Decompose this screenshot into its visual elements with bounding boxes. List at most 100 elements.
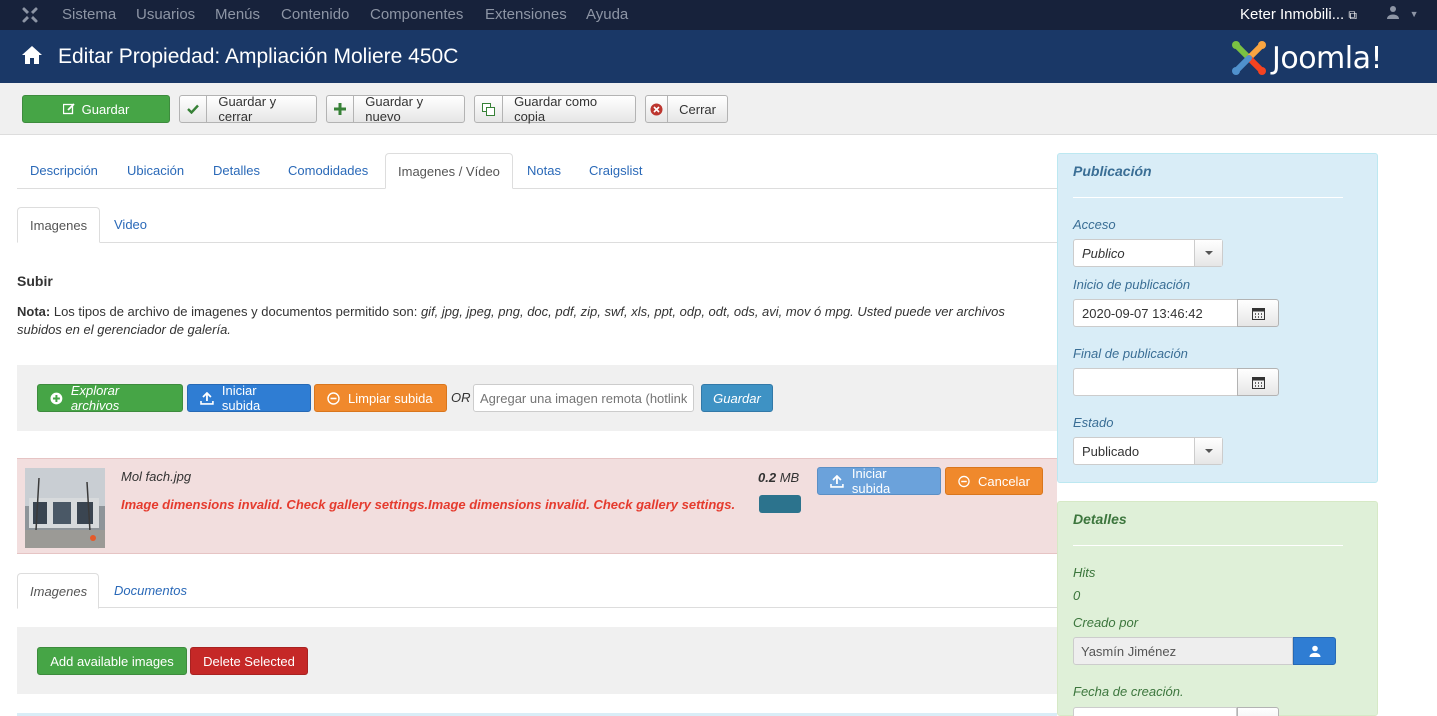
tab-comodidades[interactable]: Comodidades — [288, 163, 368, 178]
publish-up-input[interactable]: 2020-09-07 13:46:42 — [1073, 299, 1237, 327]
publication-divider — [1073, 197, 1343, 198]
file-start-upload-button[interactable]: Iniciar subida — [817, 466, 941, 496]
upload-title: Subir — [17, 273, 53, 289]
save-copy-label: Guardar como copia — [514, 94, 598, 124]
clear-upload-button[interactable]: Limpiar subida — [314, 384, 447, 412]
publication-title: Publicación — [1073, 163, 1152, 179]
check-icon — [180, 96, 208, 122]
caret-down-icon — [1194, 438, 1222, 464]
page-title: Editar Propiedad: Ampliación Moliere 450… — [58, 45, 459, 68]
file-size-value: 0.2 — [758, 470, 777, 485]
select-user-button[interactable] — [1293, 637, 1336, 665]
tabs-divider — [17, 188, 1057, 189]
tab-craigslist[interactable]: Craigslist — [589, 163, 642, 178]
home-icon — [22, 46, 42, 64]
menu-contenido[interactable]: Contenido — [281, 6, 349, 23]
browse-files-button[interactable]: Explorar archivos — [37, 383, 183, 413]
edit-icon — [62, 103, 75, 115]
state-label: Estado — [1073, 415, 1114, 430]
site-name: Keter Inmobili... — [1240, 6, 1345, 23]
close-circle-icon — [646, 96, 669, 122]
save-remote-label: Guardar — [713, 390, 761, 406]
details-divider — [1073, 545, 1343, 546]
gallery-tab-documentos[interactable]: Documentos — [114, 583, 187, 598]
clear-upload-label: Limpiar subida — [348, 390, 433, 406]
created-by-value: Yasmín Jiménez — [1081, 644, 1177, 659]
top-navbar: Sistema Usuarios Menús Contenido Compone… — [0, 0, 1437, 30]
save-remote-button[interactable]: Guardar — [701, 384, 773, 412]
tab-detalles[interactable]: Detalles — [213, 163, 260, 178]
close-button[interactable]: Cerrar — [645, 95, 728, 123]
access-select[interactable]: Publico — [1073, 239, 1223, 267]
publication-panel: Publicación Acceso Publico Inicio de pub… — [1057, 153, 1378, 483]
add-images-label: Add available images — [50, 653, 174, 669]
add-images-button[interactable]: Add available images — [37, 647, 187, 675]
save-close-label: Guardar y cerrar — [218, 94, 277, 124]
gallery-tab-imagenes[interactable]: Imagenes — [17, 573, 99, 609]
file-progress-bar — [759, 495, 801, 513]
menu-componentes[interactable]: Componentes — [370, 6, 463, 23]
tab-notas[interactable]: Notas — [527, 163, 561, 178]
publish-up-calendar-button[interactable] — [1237, 299, 1279, 327]
site-link[interactable]: Keter Inmobili... ⧉ — [1240, 6, 1357, 23]
menu-menus[interactable]: Menús — [215, 6, 260, 23]
joomla-logo: Joomla! — [1230, 39, 1416, 77]
user-menu[interactable]: ▼ — [1386, 5, 1419, 20]
save-button[interactable]: Guardar — [22, 95, 170, 123]
or-label: OR — [451, 390, 471, 405]
plus-icon — [327, 96, 355, 122]
tab-ubicacion[interactable]: Ubicación — [127, 163, 184, 178]
external-link-icon: ⧉ — [1348, 8, 1357, 22]
browse-files-label: Explorar archivos — [70, 383, 120, 413]
menu-usuarios[interactable]: Usuarios — [136, 6, 195, 23]
hits-label: Hits — [1073, 565, 1096, 580]
joomla-logo-icon — [1232, 41, 1266, 75]
file-name: Mol fach.jpg — [121, 469, 192, 484]
subtabs-divider — [17, 242, 1057, 243]
calendar-icon — [1251, 376, 1265, 389]
publish-down-calendar-button[interactable] — [1237, 368, 1279, 396]
plus-circle-icon — [50, 392, 63, 404]
upload-note: Nota: Los tipos de archivo de imagenes y… — [17, 303, 1047, 339]
title-bar: Editar Propiedad: Ampliación Moliere 450… — [0, 30, 1437, 83]
publish-down-label: Final de publicación — [1073, 346, 1188, 361]
menu-extensiones[interactable]: Extensiones — [485, 6, 567, 23]
file-thumbnail — [25, 468, 105, 548]
save-new-button[interactable]: Guardar y nuevo — [326, 94, 465, 124]
created-by-input[interactable]: Yasmín Jiménez — [1073, 637, 1293, 665]
joomla-logo-text: Joomla! — [1272, 41, 1383, 76]
subtab-video[interactable]: Video — [114, 217, 147, 232]
save-close-button[interactable]: Guardar y cerrar — [179, 94, 317, 124]
details-title: Detalles — [1073, 511, 1127, 527]
menu-ayuda[interactable]: Ayuda — [586, 6, 628, 23]
tab-descripcion[interactable]: Descripción — [30, 163, 98, 178]
file-start-upload-label: Iniciar subida — [851, 466, 891, 496]
publish-down-input[interactable] — [1073, 368, 1237, 396]
user-icon — [1387, 6, 1399, 19]
file-cancel-label: Cancelar — [977, 473, 1030, 489]
state-select[interactable]: Publicado — [1073, 437, 1223, 465]
tab-imagenes-video[interactable]: Imagenes / Vídeo — [385, 153, 513, 189]
upload-icon — [830, 474, 844, 488]
note-text: Los tipos de archivo de imagenes y docum… — [53, 304, 418, 319]
created-date-label: Fecha de creación. — [1073, 684, 1184, 699]
start-upload-button[interactable]: Iniciar subida — [187, 383, 311, 413]
details-panel: Detalles Hits 0 Creado por Yasmín Jiméne… — [1057, 501, 1378, 716]
remote-image-input[interactable] — [473, 384, 694, 412]
joomla-icon[interactable] — [20, 5, 40, 25]
subtab-imagenes[interactable]: Imagenes — [17, 207, 100, 243]
access-label: Acceso — [1073, 217, 1116, 232]
created-date-calendar-button[interactable] — [1237, 707, 1279, 716]
save-button-label: Guardar — [81, 101, 130, 117]
save-new-label: Guardar y nuevo — [365, 94, 424, 124]
delete-selected-button[interactable]: Delete Selected — [190, 647, 308, 675]
menu-sistema[interactable]: Sistema — [62, 6, 116, 23]
upload-icon — [200, 391, 214, 405]
created-date-input[interactable] — [1073, 707, 1237, 716]
file-row: Mol fach.jpg Image dimensions invalid. C… — [17, 458, 1057, 554]
close-label: Cerrar — [679, 101, 716, 117]
access-value: Publico — [1082, 246, 1125, 261]
file-cancel-button[interactable]: Cancelar — [945, 467, 1043, 495]
save-copy-button[interactable]: Guardar como copia — [474, 94, 636, 124]
publish-up-label: Inicio de publicación — [1073, 277, 1191, 292]
